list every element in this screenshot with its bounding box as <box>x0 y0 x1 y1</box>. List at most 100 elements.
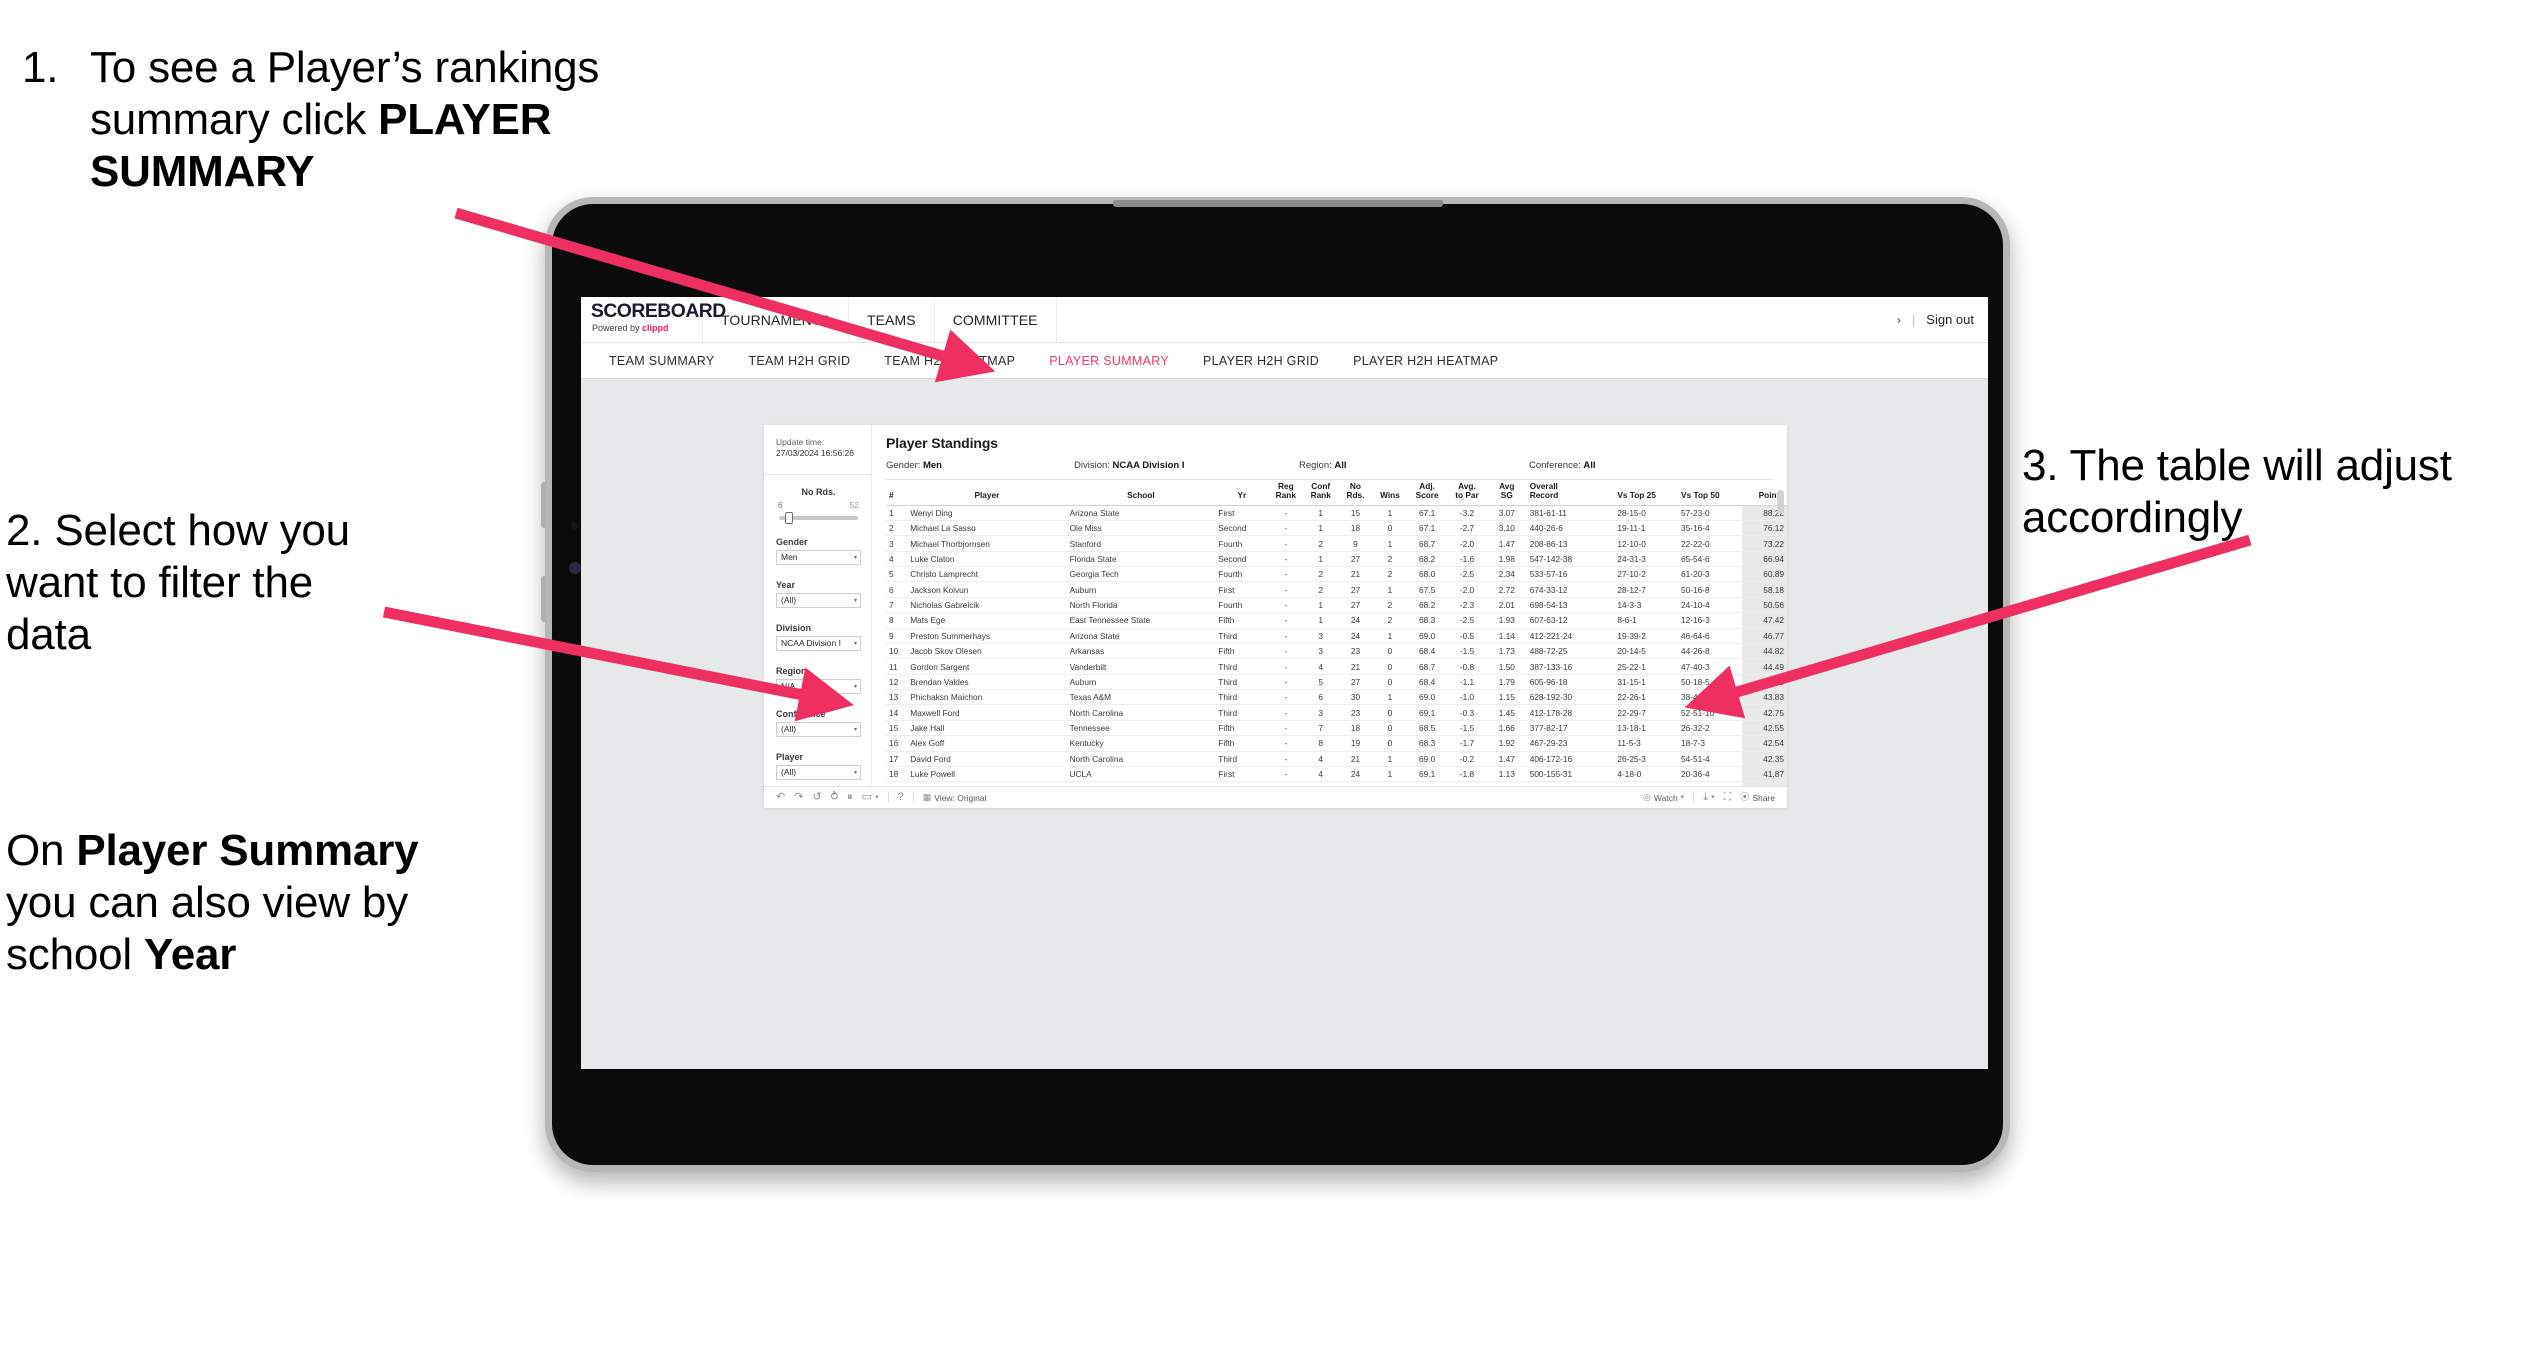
table-cell: 27 <box>1338 597 1373 614</box>
table-row[interactable]: 18 Luke Powell UCLA First -4 24 1 69.1 -1.8 1.13 5… <box>886 766 1787 783</box>
filter-gender: Gender Men ▾ <box>776 537 861 565</box>
table-cell: 1 <box>1372 689 1408 706</box>
table-row[interactable]: 11 Gordon Sargent Vanderbilt Third -4 21 0 68.7… <box>886 658 1787 675</box>
redo-icon[interactable]: ↷ <box>794 792 803 803</box>
column-header[interactable]: Avg SG <box>1486 480 1527 506</box>
table-cell: 18 <box>886 766 908 783</box>
column-header[interactable]: Overall Record <box>1526 480 1615 506</box>
table-cell: 429-198-22 <box>1526 781 1615 786</box>
table-row[interactable]: 15 Jake Hall Tennessee Fifth -7 18 0 68.5 -1.5 1.… <box>886 720 1787 737</box>
column-header[interactable]: Wins <box>1372 480 1408 506</box>
table-cell: 1.45 <box>1486 704 1527 721</box>
sign-out-link[interactable]: Sign out <box>1926 312 1974 327</box>
view-original-button[interactable]: ▦ View: Original <box>923 793 987 803</box>
tab-player-h2h-grid[interactable]: PLAYER H2H GRID <box>1186 354 1336 368</box>
column-header[interactable]: No Rds. <box>1338 480 1373 506</box>
table-cell: 67.1 <box>1407 520 1448 537</box>
table-cell: - <box>1268 566 1304 583</box>
table-row[interactable]: 6 Jackson Koivun Auburn First -2 27 1 67.5 -2.0 2… <box>886 581 1787 598</box>
tab-team-summary[interactable]: TEAM SUMMARY <box>592 354 731 368</box>
no-rounds-slider-handle[interactable] <box>785 511 794 524</box>
table-row[interactable]: 13 Phichaksn Maichon Texas A&M Third -6 30 1 69… <box>886 689 1787 706</box>
table-row[interactable]: 17 David Ford North Carolina Third -4 21 1 69.0… <box>886 751 1787 767</box>
table-cell: 42.54 <box>1741 735 1787 752</box>
standings-grid-scroll[interactable]: # Player School Yr Reg Rank Conf Rank No Rds. W… <box>872 480 1787 786</box>
column-header[interactable]: Avg. to Par <box>1447 480 1487 506</box>
nav-item-teams[interactable]: TEAMS <box>849 297 935 342</box>
column-header[interactable]: Reg Rank <box>1268 480 1304 506</box>
filter-gender-dropdown[interactable]: Men ▾ <box>776 549 861 565</box>
table-row[interactable]: 1 Wenyi Ding Arizona State First -1 15 1 67.1 -3… <box>886 505 1787 521</box>
table-row[interactable]: 16 Alex Goff Kentucky Fifth -8 19 0 68.3 -1.7 1.9… <box>886 735 1787 752</box>
column-header[interactable]: Adj. Score <box>1407 480 1448 506</box>
table-row[interactable]: 8 Mats Ege East Tennessee State Fifth -1 24 2 6… <box>886 612 1787 629</box>
summary-gender: Gender: Men <box>886 460 1074 471</box>
table-cell: 1.98 <box>1486 551 1527 568</box>
summary-region-value: All <box>1334 460 1347 471</box>
refresh-icon[interactable]: ⥁ <box>831 792 839 803</box>
watch-button[interactable]: ◎ Watch ▾ <box>1643 793 1684 803</box>
table-cell: Tennessee <box>1066 720 1216 737</box>
tab-team-h2h-heatmap[interactable]: TEAM H2H HEATMAP <box>867 354 1032 368</box>
layout-control[interactable]: ▭ ▾ <box>862 792 879 803</box>
column-header[interactable]: Player <box>907 480 1067 506</box>
table-row[interactable]: 2 Michael La Sasso Ole Miss Second -1 18 0 67.1… <box>886 520 1787 537</box>
table-cell: 19 <box>886 781 908 786</box>
filter-year-dropdown[interactable]: (All) ▾ <box>776 592 861 608</box>
column-header[interactable]: School <box>1066 480 1216 506</box>
help-icon[interactable]: ? <box>898 792 904 803</box>
table-cell: Fourth <box>1215 597 1269 614</box>
column-header[interactable]: # <box>886 480 908 506</box>
share-button[interactable]: ⦿ Share <box>1740 793 1775 803</box>
table-row[interactable]: 10 Jacob Skov Olesen Arkansas Fifth -3 23 0 68.… <box>886 643 1787 660</box>
table-row[interactable]: 14 Maxwell Ford North Carolina Third -3 23 0 69… <box>886 704 1787 721</box>
table-cell: 1 <box>1372 628 1408 644</box>
column-header[interactable]: Vs Top 25 <box>1614 480 1679 506</box>
table-row[interactable]: 5 Christo Lamprecht Georgia Tech Fourth -2 21… <box>886 566 1787 583</box>
table-cell: 8 <box>1303 735 1339 752</box>
table-cell: 58.18 <box>1741 581 1787 598</box>
table-cell: 11 <box>886 658 908 675</box>
filter-conference-dropdown[interactable]: (All) ▾ <box>776 721 861 737</box>
filter-region-dropdown[interactable]: N/A ▾ <box>776 678 861 694</box>
nav-item-committee[interactable]: COMMITTEE <box>935 297 1057 342</box>
table-cell: Third <box>1215 658 1269 675</box>
app-logo[interactable]: SCOREBOARD Powered by clippd <box>581 297 726 342</box>
table-row[interactable]: 3 Michael Thorbjornsen Stanford Fourth -2 9 1 6… <box>886 535 1787 552</box>
logo-wordmark: SCOREBOARD <box>590 301 726 322</box>
column-header[interactable]: Yr <box>1215 480 1269 506</box>
tab-player-summary[interactable]: PLAYER SUMMARY <box>1032 354 1186 368</box>
table-row[interactable]: 7 Nicholas Gabrelcik North Florida Fourth -1… <box>886 597 1787 614</box>
no-rounds-slider-track[interactable] <box>779 511 858 524</box>
table-cell: 17 <box>886 751 908 767</box>
table-cell: 1.47 <box>1486 751 1527 767</box>
table-cell: 1 <box>1372 535 1408 552</box>
tab-team-h2h-grid[interactable]: TEAM H2H GRID <box>731 354 867 368</box>
table-cell: 607-63-12 <box>1526 612 1615 629</box>
column-header[interactable]: Conf Rank <box>1303 480 1339 506</box>
table-row[interactable]: 12 Brendan Valdes Auburn Third -5 27 0 68.4 -1.1… <box>886 674 1787 691</box>
download-button[interactable]: ⤓ ▾ <box>1703 792 1714 803</box>
fullscreen-icon[interactable]: ⛶ <box>1724 792 1732 803</box>
filter-conference-value: (All) <box>781 724 797 735</box>
account-chevron-icon[interactable]: › <box>1897 313 1901 327</box>
table-cell: -1.7 <box>1447 735 1487 752</box>
vertical-scrollbar-thumb[interactable] <box>1777 490 1784 514</box>
revert-icon[interactable]: ↺ <box>812 792 821 803</box>
column-header[interactable]: Vs Top 50 <box>1678 480 1742 506</box>
table-row[interactable]: 4 Luke Claton Florida State Second -1 27 2 68.2… <box>886 551 1787 568</box>
table-cell: Auburn <box>1066 674 1216 691</box>
filter-division-dropdown[interactable]: NCAA Division I ▾ <box>776 635 861 651</box>
undo-icon[interactable]: ↶ <box>776 792 785 803</box>
table-cell: 1 <box>1303 505 1339 521</box>
table-row[interactable]: 9 Preston Summerhays Arizona State Third -3 2… <box>886 628 1787 644</box>
table-cell: -2.0 <box>1447 535 1487 552</box>
filter-player-dropdown[interactable]: (All) ▾ <box>776 764 861 780</box>
table-cell: 2 <box>1303 566 1339 583</box>
pause-icon[interactable]: ⏸ <box>847 792 853 803</box>
table-cell: 533-57-16 <box>1526 566 1615 583</box>
tab-player-h2h-heatmap[interactable]: PLAYER H2H HEATMAP <box>1336 354 1515 368</box>
table-cell: 6 <box>886 581 908 598</box>
table-cell: Fifth <box>1215 643 1269 660</box>
table-row[interactable]: 19Tiger ChristensenArizonaThird-523269.2… <box>886 781 1787 786</box>
